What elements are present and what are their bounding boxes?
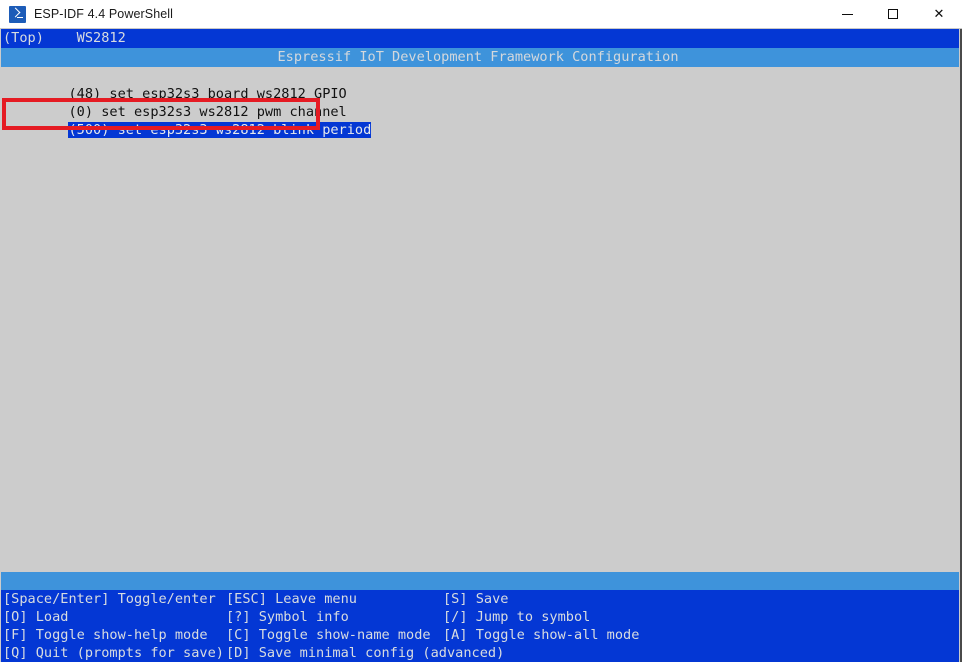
window-title: ESP-IDF 4.4 PowerShell	[34, 7, 174, 21]
help-key-show-name-mode[interactable]: [C] Toggle show-name mode	[226, 626, 431, 644]
help-key-esc[interactable]: [ESC] Leave menu	[226, 590, 357, 608]
powershell-icon	[9, 5, 26, 23]
help-key-show-help-mode[interactable]: [F] Toggle show-help mode	[3, 626, 208, 644]
help-key-jump-to-symbol[interactable]: [/] Jump to symbol	[443, 608, 590, 626]
help-bar: [Space/Enter] Toggle/enter [ESC] Leave m…	[1, 590, 959, 662]
title-bar[interactable]: ESP-IDF 4.4 PowerShell ✕	[0, 0, 962, 29]
maximize-button[interactable]	[870, 0, 916, 28]
help-row: [Q] Quit (prompts for save) [D] Save min…	[1, 644, 959, 662]
title-bar-left: ESP-IDF 4.4 PowerShell	[9, 0, 173, 28]
maximize-icon	[888, 9, 898, 19]
breadcrumb: (Top) WS2812	[1, 29, 959, 48]
help-row: [F] Toggle show-help mode [C] Toggle sho…	[1, 626, 959, 644]
terminal-area[interactable]: (Top) WS2812 Espressif IoT Development F…	[0, 29, 962, 662]
minimize-icon	[841, 13, 853, 15]
help-key-save[interactable]: [S] Save	[443, 590, 508, 608]
powershell-window: ESP-IDF 4.4 PowerShell ✕ (Top) WS2812 Es…	[0, 0, 962, 662]
close-icon: ✕	[933, 6, 945, 22]
help-key-quit[interactable]: [Q] Quit (prompts for save)	[3, 644, 224, 662]
menu-list: (48) set esp32s3 board ws2812 GPIO (0) s…	[1, 67, 959, 138]
help-key-show-all-mode[interactable]: [A] Toggle show-all mode	[443, 626, 639, 644]
page-title: Espressif IoT Development Framework Conf…	[1, 48, 959, 67]
help-row: [O] Load [?] Symbol info [/] Jump to sym…	[1, 608, 959, 626]
list-item-text: (0) set esp32s3 ws2812 pwm channel	[68, 104, 347, 120]
help-row: [Space/Enter] Toggle/enter [ESC] Leave m…	[1, 590, 959, 608]
list-item-text: (500) set esp32s3 ws2812 blink period	[68, 122, 372, 138]
list-item-text: (48) set esp32s3 board ws2812 GPIO	[68, 86, 347, 102]
list-item[interactable]: (48) set esp32s3 board ws2812 GPIO	[1, 67, 959, 102]
help-separator	[1, 572, 959, 590]
help-key-symbol-info[interactable]: [?] Symbol info	[226, 608, 349, 626]
help-key-space-enter[interactable]: [Space/Enter] Toggle/enter	[3, 590, 216, 608]
help-key-load[interactable]: [O] Load	[3, 608, 68, 626]
close-button[interactable]: ✕	[916, 0, 962, 28]
help-key-save-minimal[interactable]: [D] Save minimal config (advanced)	[226, 644, 504, 662]
minimize-button[interactable]	[824, 0, 870, 28]
